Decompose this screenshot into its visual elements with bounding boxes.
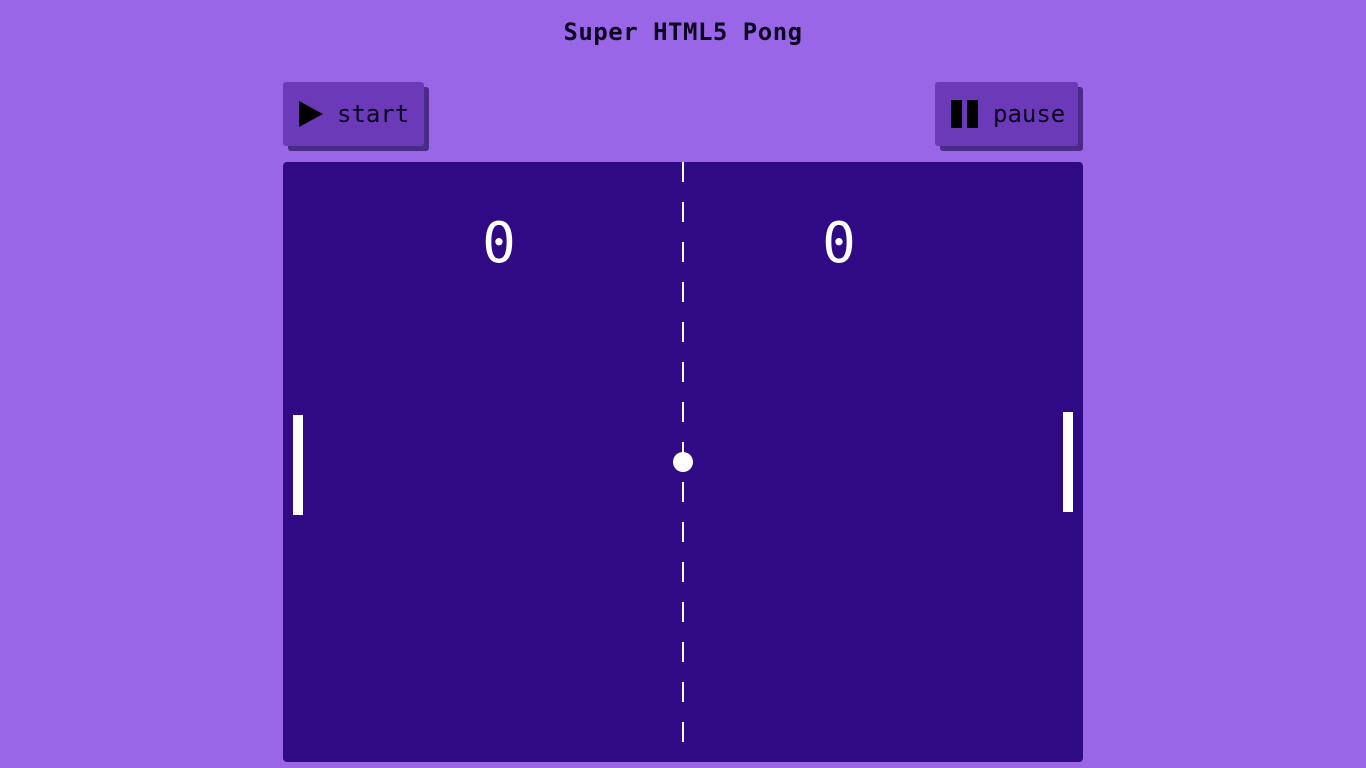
game-court[interactable]: 0 0 xyxy=(283,162,1083,762)
ball xyxy=(673,452,693,472)
pause-button[interactable]: pause xyxy=(935,82,1078,146)
pause-button-label: pause xyxy=(993,100,1066,128)
left-player-score: 0 xyxy=(482,211,516,276)
left-paddle xyxy=(293,415,303,515)
start-button[interactable]: start xyxy=(283,82,424,146)
play-icon xyxy=(299,101,323,127)
right-player-score: 0 xyxy=(822,211,856,276)
page-title: Super HTML5 Pong xyxy=(563,18,803,46)
pause-icon xyxy=(951,100,979,128)
start-button-label: start xyxy=(337,100,410,128)
right-paddle xyxy=(1063,412,1073,512)
